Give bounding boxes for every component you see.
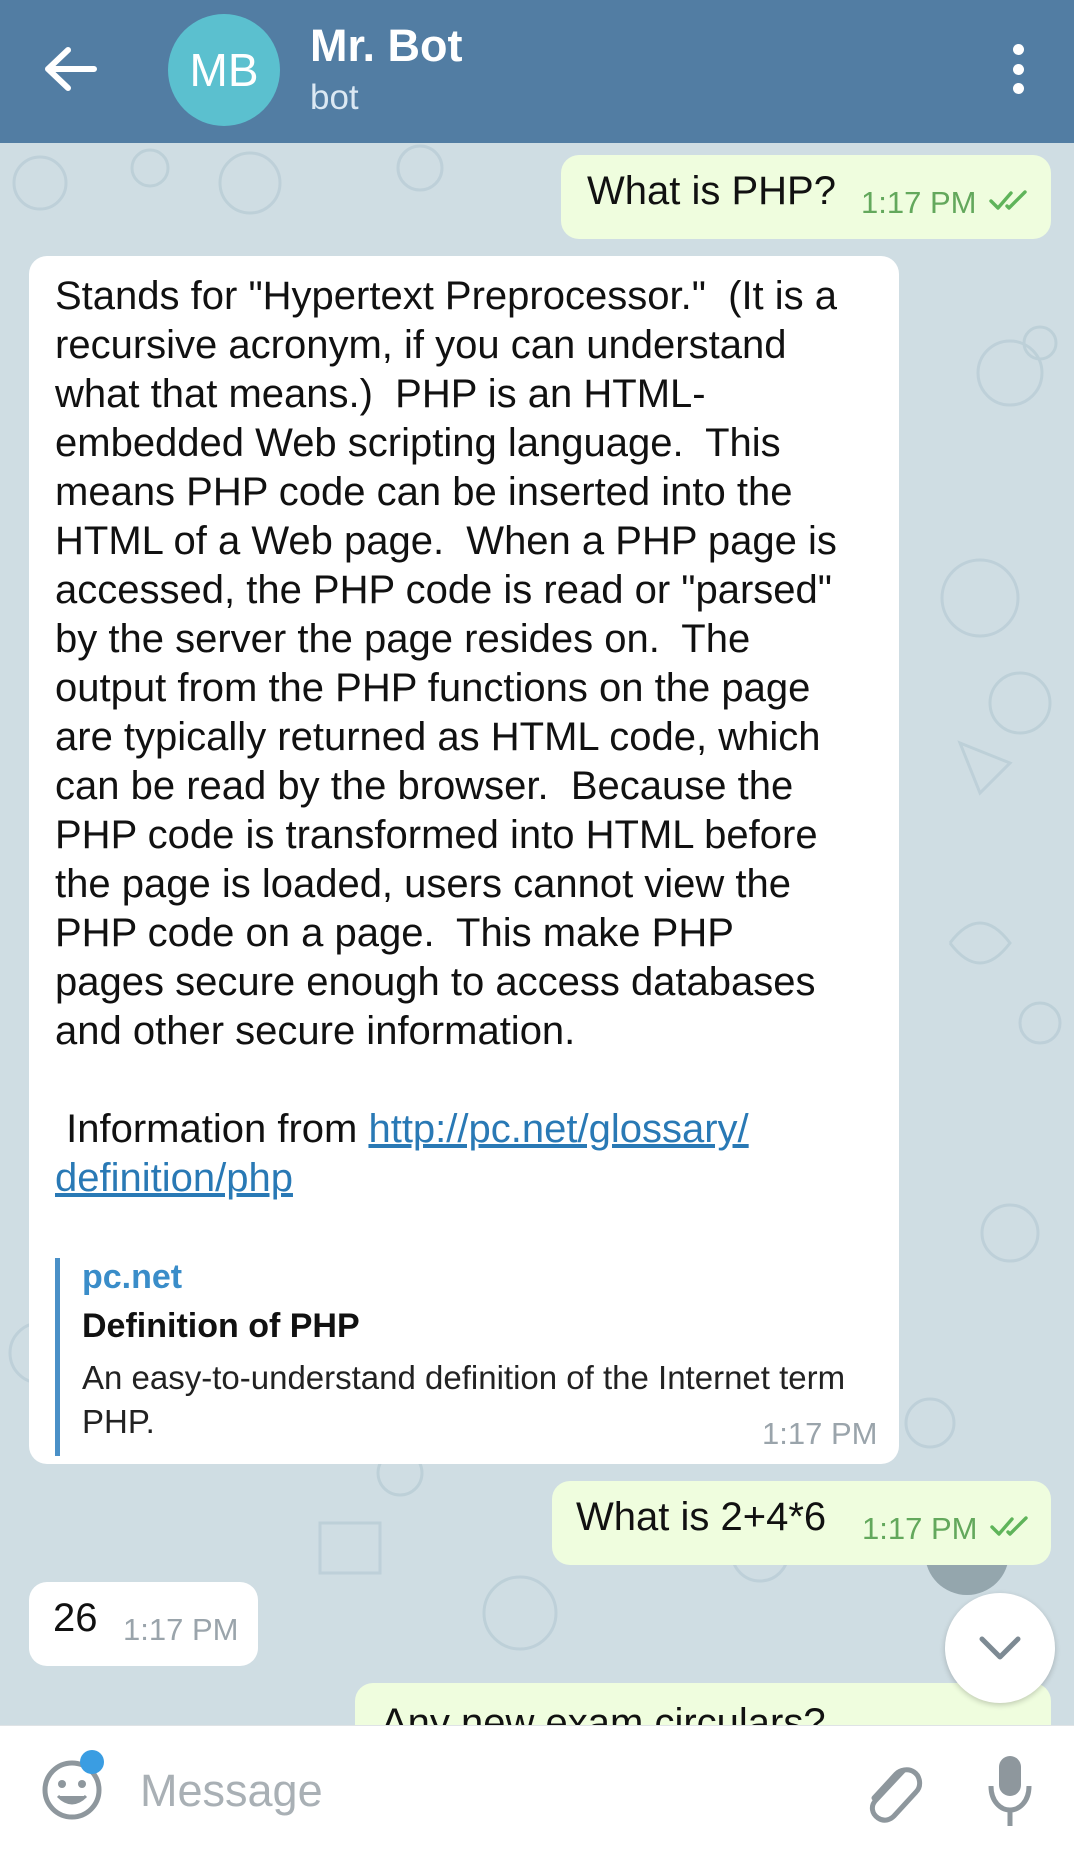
double-check-icon [990, 1516, 1028, 1536]
double-check-icon [989, 190, 1027, 210]
message-composer [0, 1725, 1074, 1855]
message-time: 1:17 PM [123, 1612, 239, 1647]
emoji-badge [80, 1750, 104, 1774]
message-link-continuation[interactable]: definition/php [55, 1156, 293, 1200]
message-bubble-outgoing[interactable]: Any new exam circulars? [355, 1683, 1051, 1725]
message-bubble-outgoing[interactable]: What is PHP? 1:17 PM [561, 155, 1051, 239]
message-list[interactable]: What is PHP? 1:17 PM Stands for "Hyperte… [0, 143, 1074, 1725]
chat-subtitle: bot [310, 78, 359, 117]
preview-site: pc.net [82, 1258, 183, 1296]
scroll-down-button[interactable] [945, 1593, 1055, 1703]
message-input[interactable] [138, 1754, 842, 1828]
chevron-down-icon [979, 1636, 1021, 1660]
message-bubble-incoming[interactable]: Stands for "Hypertext Preprocessor." (It… [29, 256, 899, 1464]
message-bubble-outgoing[interactable]: What is 2+4*6 1:17 PM [552, 1481, 1051, 1565]
message-text: Stands for "Hypertext Preprocessor." (It… [55, 274, 838, 1200]
message-link[interactable]: http://pc.net/glossary/ [368, 1107, 748, 1151]
preview-title: Definition of PHP [82, 1307, 360, 1345]
arrow-left-icon[interactable] [44, 46, 98, 92]
message-text: What is 2+4*6 [576, 1495, 827, 1539]
message-text: What is PHP? [587, 169, 836, 213]
message-text: Any new exam circulars? [381, 1701, 826, 1725]
avatar[interactable]: MB [168, 14, 280, 126]
message-bubble-incoming[interactable]: 26 1:17 PM [29, 1582, 258, 1666]
chat-title[interactable]: Mr. Bot [310, 20, 463, 72]
message-time: 1:17 PM [862, 1511, 978, 1546]
chat-header: MB Mr. Bot bot [0, 0, 1074, 143]
paperclip-icon[interactable] [860, 1756, 924, 1826]
message-time: 1:17 PM [861, 185, 977, 220]
more-vertical-icon[interactable] [1000, 44, 1036, 94]
message-text: 26 [53, 1596, 98, 1640]
message-time: 1:17 PM [762, 1416, 878, 1451]
microphone-icon[interactable] [985, 1752, 1035, 1830]
